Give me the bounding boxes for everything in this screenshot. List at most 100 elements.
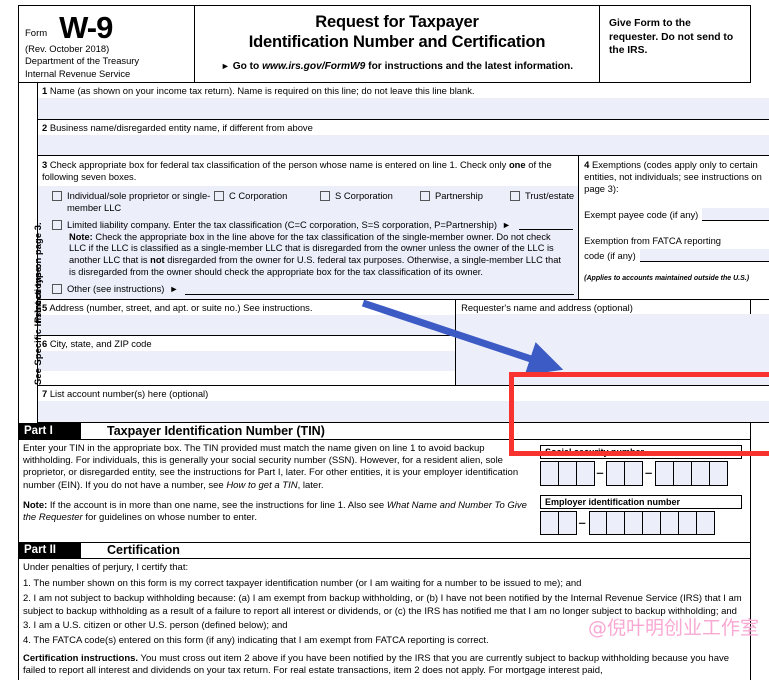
address-column: 5 Address (number, street, and apt. or s…	[38, 299, 457, 385]
form-line-5: 5 Address (number, street, and apt. or s…	[38, 299, 456, 336]
line4-caption-text: Exemptions (codes apply only to certain …	[584, 159, 762, 194]
checkbox-icon[interactable]	[510, 191, 520, 202]
ein-label: Employer identification number	[540, 494, 742, 509]
form-line-6: 6 City, state, and ZIP code	[38, 335, 456, 371]
goto-prefix: Go to	[232, 61, 263, 72]
irs-line: Internal Revenue Service	[25, 67, 131, 79]
line5-input[interactable]	[38, 314, 456, 335]
ein-cell[interactable]	[695, 510, 715, 535]
note-label: Note:	[69, 231, 93, 242]
part1-header: Part I Taxpayer Identification Number (T…	[19, 422, 750, 440]
line7-input[interactable]	[38, 400, 769, 422]
part1-body: Enter your TIN in the appropriate box. T…	[23, 443, 527, 492]
line7-caption: 7 List account number(s) here (optional)	[38, 385, 769, 401]
line2-caption: 2 Business name/disregarded entity name,…	[38, 120, 769, 135]
form-revision: (Rev. October 2018)	[25, 43, 110, 54]
line7-number: 7	[42, 387, 48, 399]
certification-instructions-label: Certification instructions.	[23, 652, 139, 664]
ein-cell[interactable]	[677, 510, 697, 535]
checkbox-icon[interactable]	[52, 219, 62, 230]
line4-caption: 4 Exemptions (codes apply only to certai…	[584, 159, 769, 195]
part1-note-2: for guidelines on whose number to enter.	[82, 512, 257, 524]
ein-cell[interactable]	[557, 510, 577, 535]
part1-text-column: Enter your TIN in the appropriate box. T…	[19, 440, 534, 542]
irs-url-link[interactable]: www.irs.gov/FormW9	[262, 61, 365, 72]
line6-caption: 6 City, state, and ZIP code	[38, 335, 456, 351]
checkbox-limited-liability-company[interactable]: Limited liability company. Enter the tax…	[38, 215, 579, 231]
vertical-instructions-strip: Print or type. See Specific Instructions…	[19, 83, 43, 423]
checkbox-icon[interactable]	[52, 284, 62, 295]
ein-cell[interactable]	[624, 510, 644, 535]
requester-input[interactable]	[456, 313, 769, 385]
ssn-cell[interactable]	[672, 460, 692, 486]
header-title-block: Request for Taxpayer Identification Numb…	[195, 6, 600, 82]
ssn-cell[interactable]	[575, 460, 595, 486]
line2-caption-text: Business name/disregarded entity name, i…	[49, 122, 313, 133]
part1-body-italic: How to get a TIN	[226, 479, 298, 491]
see-specific-instructions-label: See Specific Instructions on page 3.	[33, 222, 43, 385]
ssn-cell[interactable]	[557, 460, 577, 486]
part1-note: Note: If the account is in more than one…	[23, 500, 527, 525]
ein-cell[interactable]	[606, 510, 626, 535]
ssn-cells[interactable]: – –	[540, 460, 742, 486]
other-classification-input[interactable]	[185, 282, 575, 295]
ein-group-2[interactable]	[588, 510, 715, 535]
social-security-number-field[interactable]: Social security number – –	[540, 444, 742, 486]
part1-body-2: , later.	[297, 479, 324, 491]
checkbox-label: Individual/sole proprietor or single-mem…	[67, 190, 211, 213]
checkbox-icon[interactable]	[420, 191, 430, 202]
checkbox-icon[interactable]	[214, 191, 224, 202]
certification-instructions: Certification instructions. You must cro…	[23, 653, 742, 678]
fatca-code-row: code (if any)	[584, 249, 769, 262]
ein-cell[interactable]	[540, 510, 559, 535]
checkbox-s-corporation[interactable]: S Corporation	[320, 190, 420, 202]
form-number: W-9	[59, 10, 113, 45]
part1-note-label: Note:	[23, 499, 48, 511]
checkbox-partnership[interactable]: Partnership	[420, 190, 510, 202]
line1-input[interactable]	[38, 98, 769, 119]
right-triangle-icon: ►	[169, 283, 179, 294]
ein-group-1[interactable]	[540, 510, 577, 535]
line3-number: 3	[42, 159, 48, 170]
form-line-3: 3 Check appropriate box for federal tax …	[38, 156, 580, 299]
line6-input[interactable]	[38, 350, 456, 371]
ssn-cell[interactable]	[624, 460, 644, 486]
line1-caption: 1 Name (as shown on your income tax retu…	[38, 83, 769, 98]
checkbox-individual-sole-proprietor[interactable]: Individual/sole proprietor or single-mem…	[52, 190, 214, 213]
fatca-label-line1: Exemption from FATCA reporting	[584, 235, 722, 246]
llc-classification-input[interactable]	[518, 218, 573, 230]
line5-caption: 5 Address (number, street, and apt. or s…	[38, 299, 456, 315]
right-triangle-icon: ►	[220, 61, 230, 71]
ssn-cell[interactable]	[606, 460, 626, 486]
form-header: Form W-9 (Rev. October 2018) Department …	[19, 6, 750, 83]
ein-cell[interactable]	[642, 510, 662, 535]
requester-block: Requester's name and address (optional)	[456, 300, 769, 385]
ssn-group-3[interactable]	[655, 460, 728, 486]
line1-caption-text: Name (as shown on your income tax return…	[49, 85, 475, 96]
ssn-group-1[interactable]	[540, 460, 595, 486]
checkbox-icon[interactable]	[320, 191, 330, 202]
checkbox-other[interactable]: Other (see instructions) ►	[38, 280, 579, 299]
ssn-separator: –	[644, 465, 653, 481]
ein-cells[interactable]: –	[540, 510, 742, 535]
ssn-cell[interactable]	[540, 460, 559, 486]
ssn-cell[interactable]	[690, 460, 710, 486]
ein-cell[interactable]	[588, 510, 608, 535]
tin-entry-column: Social security number – – Employer iden…	[534, 440, 750, 542]
exempt-payee-code-input[interactable]	[702, 208, 769, 221]
ssn-group-2[interactable]	[606, 460, 644, 486]
give-form-note: Give Form to the requester. Do not send …	[609, 18, 734, 56]
fatca-code-input[interactable]	[639, 249, 769, 262]
line3-note: Note: Check the appropriate box in the l…	[38, 230, 579, 281]
checkbox-c-corporation[interactable]: C Corporation	[214, 190, 320, 202]
line3-caption-bold: one	[508, 159, 526, 170]
ssn-cell[interactable]	[708, 460, 728, 486]
line2-input[interactable]	[38, 135, 769, 155]
employer-identification-number-field[interactable]: Employer identification number –	[540, 494, 742, 535]
ein-cell[interactable]	[659, 510, 679, 535]
line6-caption-text: City, state, and ZIP code	[49, 337, 152, 349]
checkbox-trust-estate[interactable]: Trust/estate	[510, 190, 574, 202]
part1-title: Taxpayer Identification Number (TIN)	[107, 423, 325, 438]
checkbox-icon[interactable]	[52, 191, 62, 202]
ssn-cell[interactable]	[655, 460, 675, 486]
